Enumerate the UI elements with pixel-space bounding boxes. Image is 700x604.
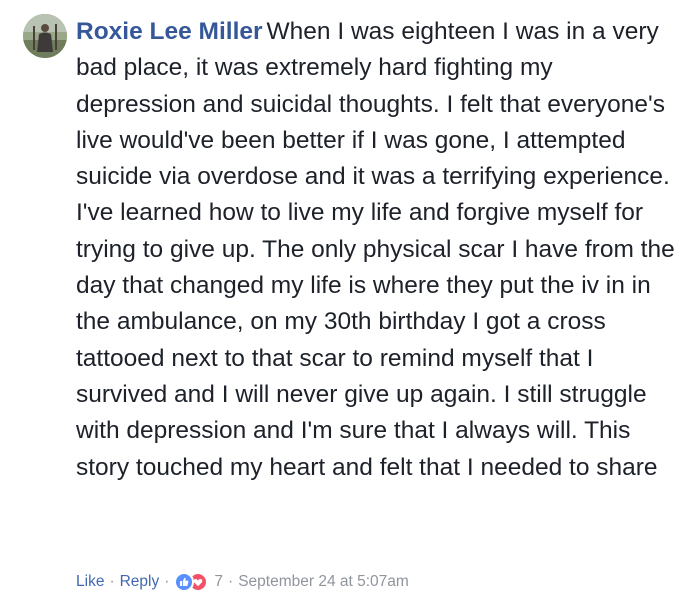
comment-body: Roxie Lee Miller When I was eighteen I wa… — [76, 14, 676, 486]
avatar[interactable] — [23, 14, 67, 58]
comment: Roxie Lee Miller When I was eighteen I wa… — [0, 0, 700, 604]
separator: · — [109, 573, 115, 590]
reactions-summary[interactable]: 7 — [174, 572, 223, 592]
like-reaction-icon — [174, 572, 195, 592]
like-button[interactable]: Like — [76, 573, 104, 591]
author-name[interactable]: Roxie Lee Miller — [76, 18, 263, 45]
comment-timestamp[interactable]: September 24 at 5:07am — [238, 573, 409, 591]
comment-text: When I was eighteen I was in a very bad … — [76, 18, 675, 481]
separator: · — [164, 573, 170, 590]
comment-actions: Like · Reply · 7 · September 24 at 5:07a… — [76, 570, 409, 594]
profile-photo-icon — [23, 14, 67, 58]
reply-button[interactable]: Reply — [120, 573, 160, 591]
reaction-count: 7 — [214, 573, 224, 590]
separator: · — [228, 573, 234, 590]
